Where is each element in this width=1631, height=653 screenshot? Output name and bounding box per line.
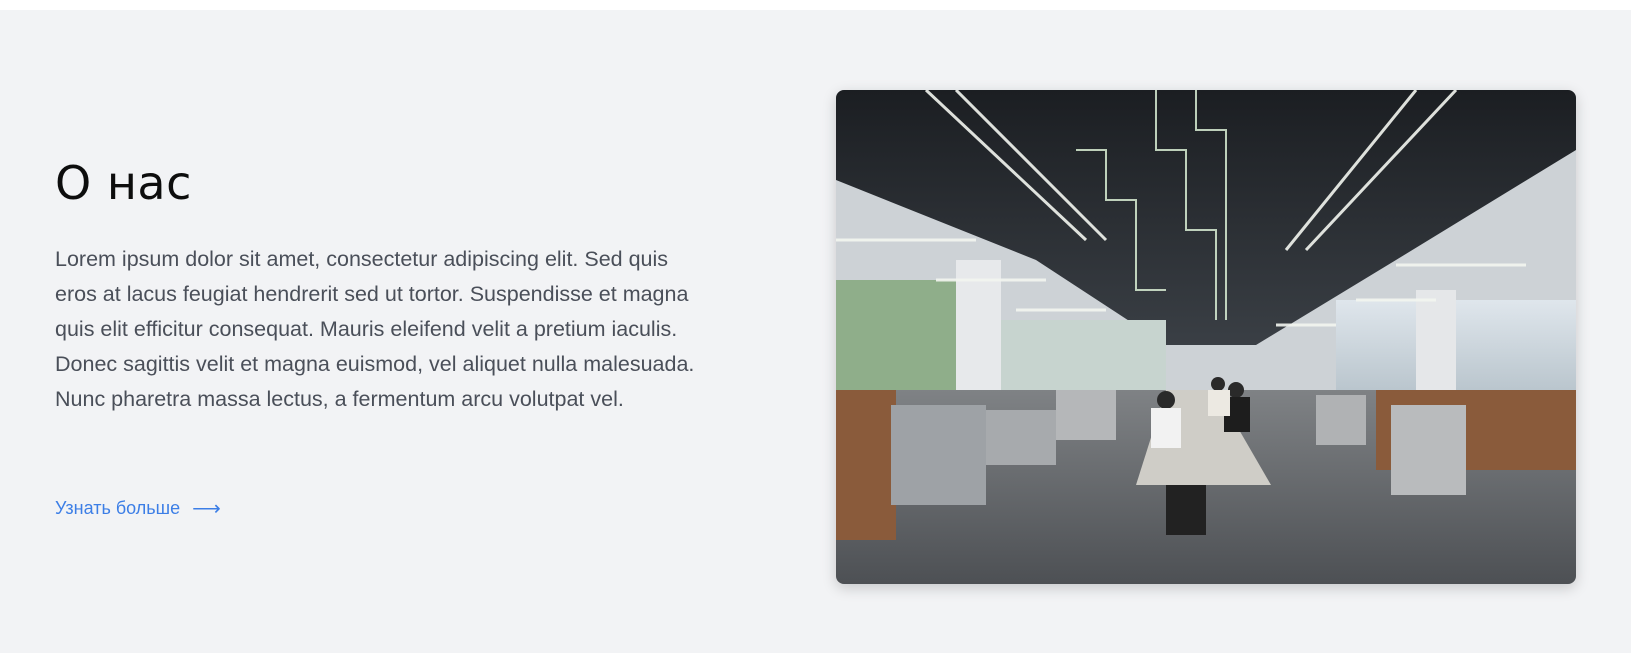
section-title: О нас xyxy=(55,156,192,210)
learn-more-label: Узнать больше xyxy=(55,498,181,518)
office-photo xyxy=(836,90,1576,584)
top-divider xyxy=(0,0,1631,10)
arrow-right-icon: ⟶ xyxy=(192,497,221,520)
learn-more-link[interactable]: Узнать больше ⟶ xyxy=(55,498,221,519)
about-section: О нас Lorem ipsum dolor sit amet, consec… xyxy=(0,10,1631,653)
about-paragraph: Lorem ipsum dolor sit amet, consectetur … xyxy=(55,247,695,411)
